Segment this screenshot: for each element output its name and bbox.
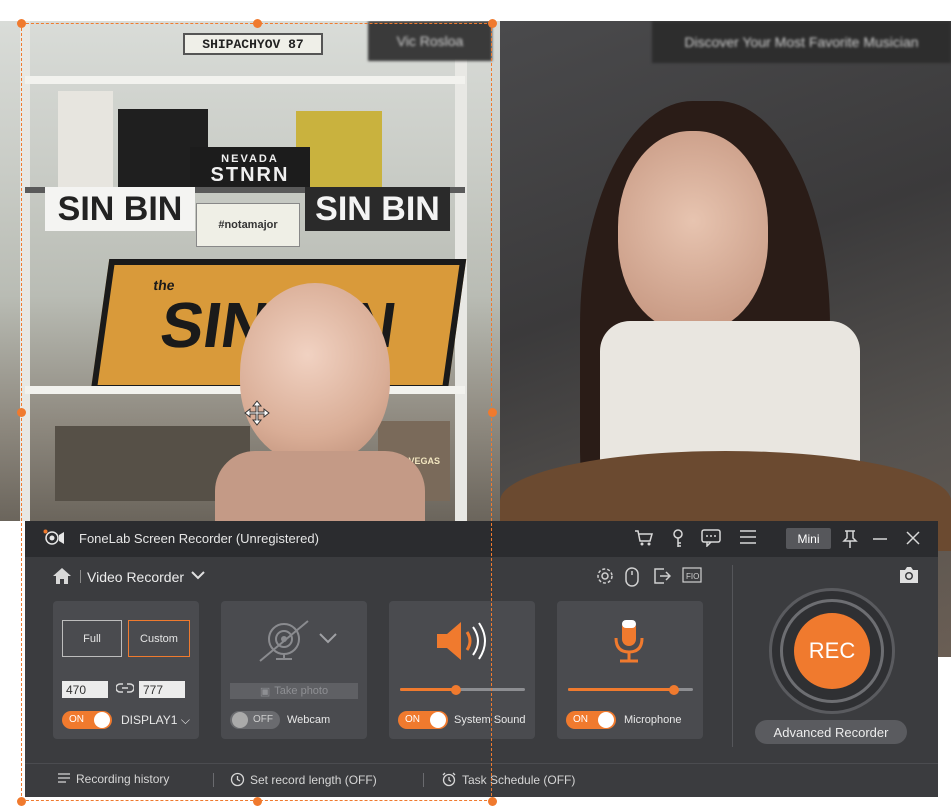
key-icon[interactable]: [667, 529, 689, 555]
resize-handle-top-left[interactable]: [17, 19, 26, 28]
top-bar: [0, 0, 951, 21]
rec-button-ring: REC: [769, 588, 895, 714]
resize-handle-bottom[interactable]: [253, 797, 262, 806]
microphone-toggle-text: ON: [573, 714, 588, 725]
resize-handle-top-right[interactable]: [488, 19, 497, 28]
advanced-recorder-button[interactable]: Advanced Recorder: [755, 720, 907, 744]
settings-gear-icon[interactable]: [594, 567, 616, 591]
move-cursor-icon[interactable]: [244, 400, 270, 426]
pin-icon[interactable]: [839, 529, 861, 555]
fullscreen-fit-icon[interactable]: FIO: [681, 567, 703, 589]
microphone-slider-fill: [568, 688, 674, 691]
resize-handle-bottom-right[interactable]: [488, 797, 497, 806]
close-icon[interactable]: [902, 529, 924, 553]
camera-snapshot-icon[interactable]: [898, 566, 920, 590]
left-white-strip: [0, 680, 10, 790]
microphone-toggle-knob: [598, 712, 614, 728]
mini-button[interactable]: Mini: [786, 528, 831, 549]
menu-icon[interactable]: [737, 529, 759, 551]
microphone-toggle[interactable]: ON: [566, 711, 616, 729]
resize-handle-top[interactable]: [253, 19, 262, 28]
rec-button[interactable]: REC: [794, 613, 870, 689]
right-white-strip: [938, 657, 951, 809]
vertical-divider: [732, 565, 733, 747]
microphone-card: ON Microphone: [557, 601, 703, 739]
resize-handle-bottom-left[interactable]: [17, 797, 26, 806]
woman-face: [618, 131, 768, 331]
mouse-icon[interactable]: [621, 567, 643, 593]
microphone-label: Microphone: [624, 714, 682, 726]
blurred-title-tag: Discover Your Most Favorite Musician: [652, 21, 951, 63]
resize-handle-right[interactable]: [488, 408, 497, 417]
resize-handle-left[interactable]: [17, 408, 26, 417]
svg-text:FIO: FIO: [686, 572, 699, 581]
microphone-slider-knob[interactable]: [669, 685, 679, 695]
cart-icon[interactable]: [633, 529, 655, 553]
microphone-icon: [605, 618, 655, 670]
feedback-icon[interactable]: [700, 529, 722, 553]
export-icon[interactable]: [651, 567, 673, 591]
minimize-icon[interactable]: [869, 529, 891, 553]
